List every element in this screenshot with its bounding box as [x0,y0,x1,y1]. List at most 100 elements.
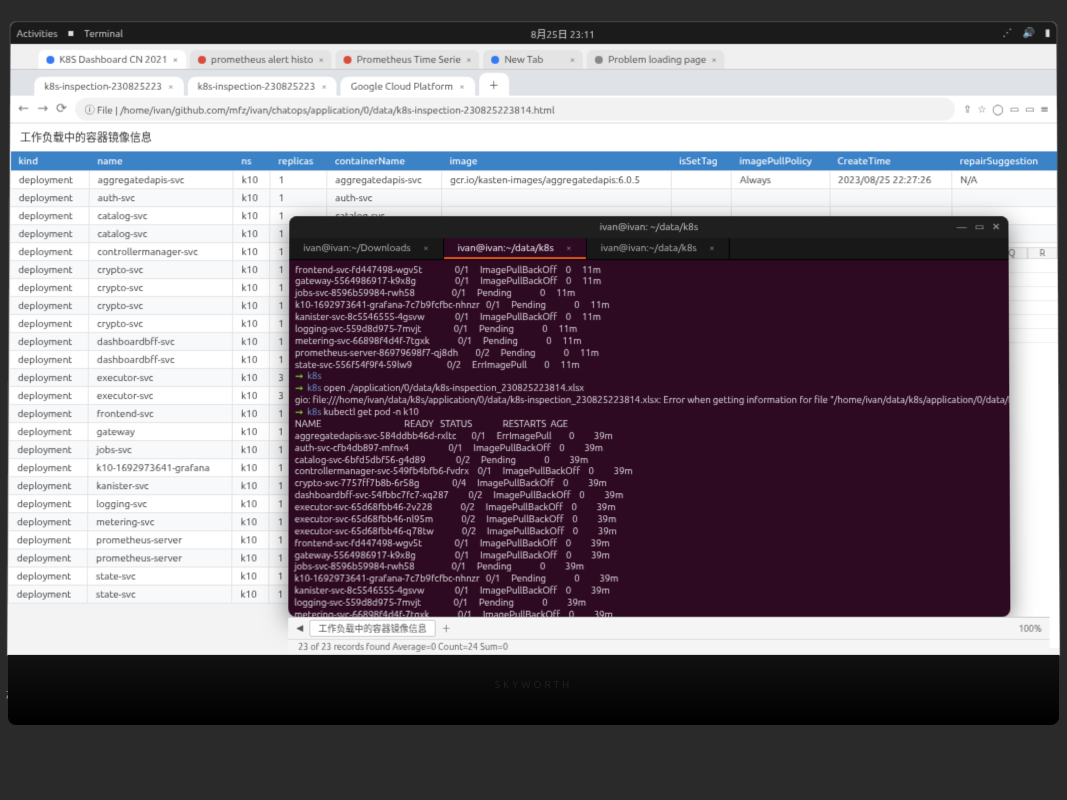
tab-label: k8s-inspection-230825223 [197,81,315,92]
table-cell: k10 [233,279,270,297]
table-cell: aggregatedapis-svc [89,171,233,189]
desktop-screen: Activities ▪ Terminal 8月25日 23:11 ⋰ 🔊 ▮ … [6,21,1060,656]
table-cell: controllermanager-svc [89,243,233,261]
close-icon[interactable]: × [321,81,327,92]
reload-button[interactable]: ⟳ [56,102,67,117]
spreadsheet-bottom-bar: ◀ 工作负载中的容器镜像信息 ＋ 100% 23 of 23 records f… [288,617,1049,653]
close-icon[interactable]: × [466,54,472,65]
activities-button[interactable]: Activities [17,28,58,39]
column-header[interactable]: name [89,151,233,170]
column-header[interactable]: imagePullPolicy [731,151,829,170]
table-cell: deployment [9,495,88,513]
table-cell [671,189,731,207]
close-icon[interactable]: × [423,242,429,253]
table-cell: k10 [232,531,269,549]
sheet-tab[interactable]: 工作负载中的容器镜像信息 [309,620,435,637]
table-cell: dashboardbff-svc [88,333,232,351]
favicon-icon [344,55,352,63]
new-tab-button[interactable]: ＋ [479,73,509,96]
extension-icon[interactable]: ▭ [1025,103,1034,115]
table-cell: k10 [232,495,269,513]
zoom-level[interactable]: 100% [1019,623,1042,633]
table-cell: deployment [8,531,87,549]
table-cell: crypto-svc [89,315,233,333]
monitor-brand: SKYWORTH [495,679,572,690]
favicon-icon [492,55,500,63]
battery-icon[interactable]: ▮ [1045,27,1051,39]
column-header[interactable]: containerName [327,151,442,170]
chrome-tab[interactable]: Google Cloud Platform× [341,77,475,96]
table-cell: k10-1692973641-grafana [88,459,232,477]
terminal-tab[interactable]: ivan@ivan:~/data/k8s × [444,238,587,258]
window-minimize-icon[interactable]: — [957,221,967,233]
terminal-tab[interactable]: ivan@ivan:~/Downloads × [289,238,443,258]
table-cell: deployment [9,369,88,387]
back-button[interactable]: ← [18,102,29,117]
close-icon[interactable]: × [168,81,174,92]
volume-icon[interactable]: 🔊 [1022,27,1034,39]
firefox-tab[interactable]: New Tab× [484,50,584,69]
window-maximize-icon[interactable]: ▭ [975,221,984,233]
window-close-icon[interactable]: ✕ [992,221,1000,233]
terminal-body[interactable]: frontend-svc-fd447498-wgv5t 0/1 ImagePul… [288,260,1010,617]
share-icon[interactable]: ⇪ [963,103,971,115]
close-icon[interactable]: × [459,81,465,92]
column-header[interactable]: repairSuggestion [952,151,1057,170]
table-cell: crypto-svc [89,279,233,297]
table-cell: k10 [232,585,269,603]
firefox-tab[interactable]: K8S Dashboard CN 2021× [38,50,186,69]
table-cell: deployment [9,423,88,441]
column-header[interactable]: ns [233,151,270,170]
close-icon[interactable]: × [711,54,717,65]
chrome-tab[interactable]: k8s-inspection-230825223× [34,77,183,96]
table-cell: executor-svc [88,387,232,405]
close-icon[interactable]: × [172,54,178,65]
firefox-tab[interactable]: Prometheus Time Serie× [336,50,480,69]
wifi-icon[interactable]: ⋰ [1003,27,1013,39]
terminal-tab[interactable]: ivan@ivan:~/data/k8s × [587,238,730,258]
favicon-icon [595,55,603,63]
close-icon[interactable]: × [318,54,324,65]
table-cell: catalog-svc [89,207,233,225]
table-cell: gateway [88,423,232,441]
star-icon[interactable]: ☆ [977,103,986,115]
column-header[interactable]: CreateTime [829,151,951,170]
table-cell: deployment [8,567,87,585]
table-cell: deployment [9,333,88,351]
gnome-terminal-window[interactable]: ivan@ivan: ~/data/k8s — ▭ ✕ ivan@ivan:~/… [288,216,1010,617]
forward-button[interactable]: → [37,102,48,117]
clock[interactable]: 8月25日 23:11 [531,26,595,41]
column-header[interactable]: image [442,151,671,170]
terminal-titlebar[interactable]: ivan@ivan: ~/data/k8s — ▭ ✕ [289,216,1008,238]
menu-icon[interactable]: ≡ [1040,103,1048,115]
table-cell: deployment [9,459,88,477]
extension-icon[interactable]: ▭ [1010,103,1019,115]
close-icon[interactable]: × [566,242,572,253]
table-cell: deployment [10,279,89,297]
col-header[interactable]: R [1027,247,1058,259]
firefox-tab[interactable]: Problem loading page× [587,50,725,69]
table-row[interactable]: deploymentauth-svck101auth-svc [10,189,1057,207]
sheet-add-tab-icon[interactable]: ＋ [442,622,451,635]
circle-icon[interactable]: ◯ [992,103,1003,115]
column-header[interactable]: kind [10,151,89,170]
close-icon[interactable]: × [570,54,576,65]
chrome-tab[interactable]: k8s-inspection-230825223 × [188,77,337,96]
table-cell: prometheus-server [88,531,233,549]
column-header[interactable]: replicas [270,151,327,170]
table-cell: k10 [232,477,269,495]
table-cell: logging-svc [88,495,232,513]
firefox-tab[interactable]: prometheus alert histo× [190,50,332,69]
focused-app-name[interactable]: Terminal [84,28,123,39]
table-cell: frontend-svc [88,405,232,423]
sheet-nav-prev-icon[interactable]: ◀ [296,623,303,634]
favicon-icon [198,55,206,63]
close-icon[interactable]: × [709,242,715,253]
table-cell: crypto-svc [89,261,233,279]
column-header[interactable]: isSetTag [671,151,731,170]
table-cell: catalog-svc [89,225,233,243]
url-field[interactable]: ⓘ File | /home/ivan/github.com/mfz/ivan/… [75,98,955,121]
table-cell: k10 [232,567,269,585]
table-row[interactable]: deploymentaggregatedapis-svck101aggregat… [10,171,1056,189]
table-cell: k10 [232,513,269,531]
